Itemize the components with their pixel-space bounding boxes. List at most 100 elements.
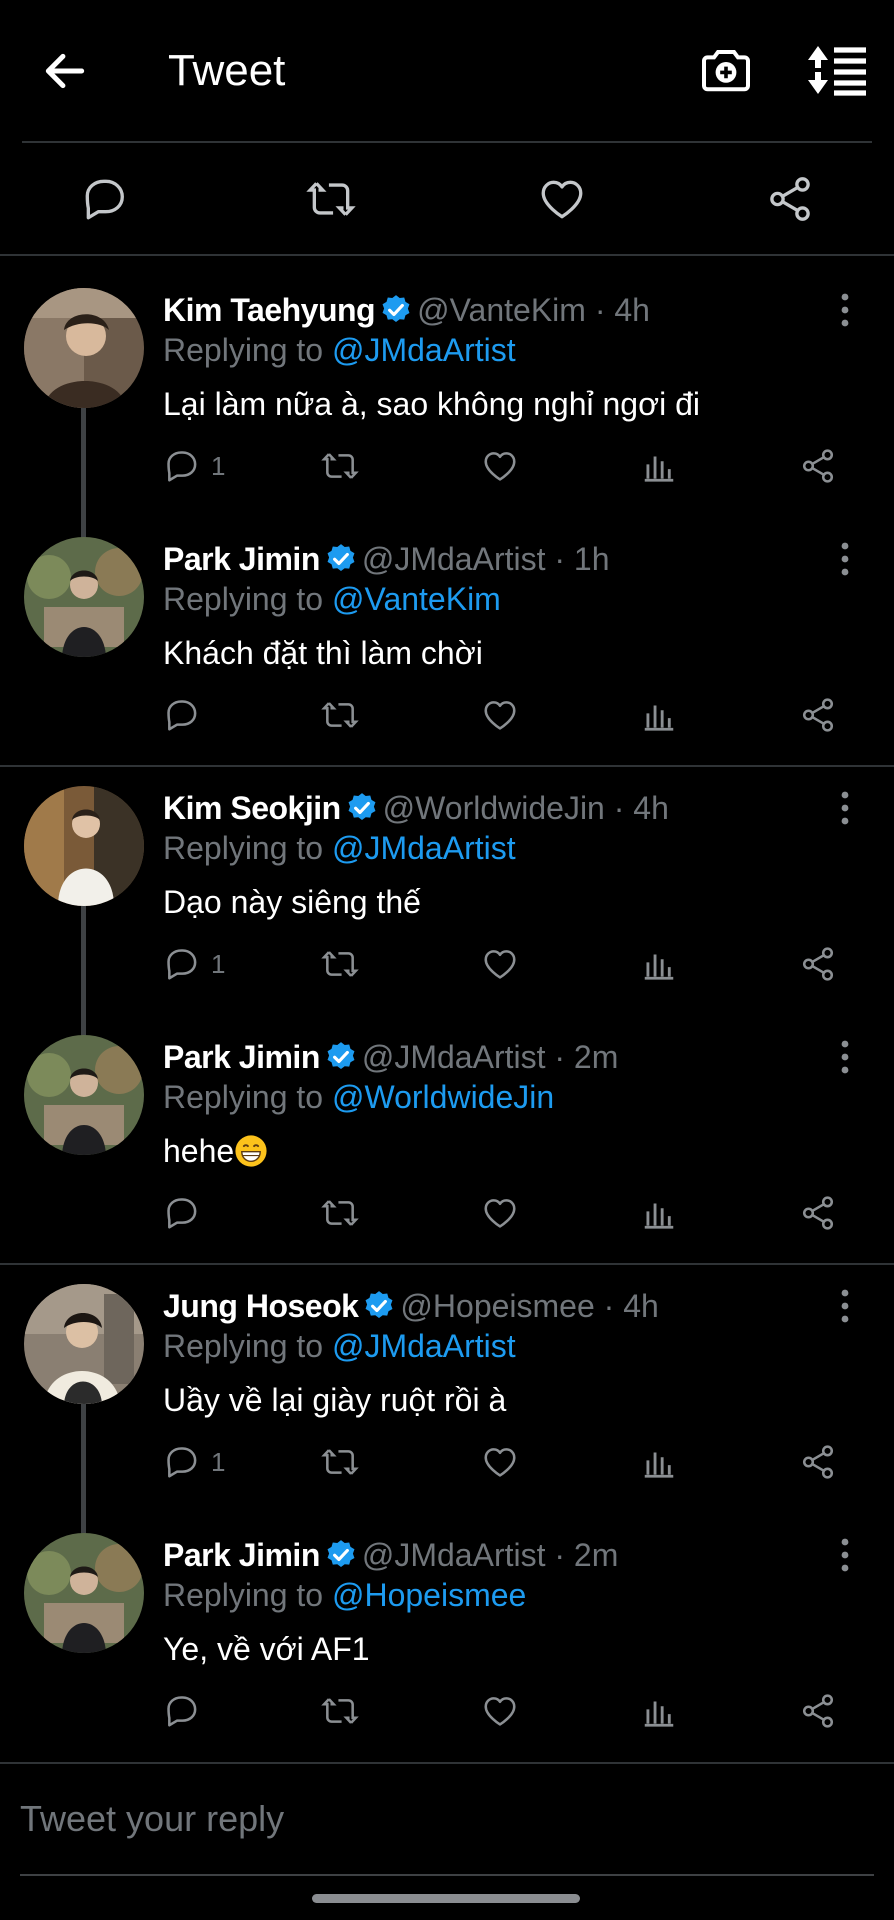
author-name[interactable]: Kim Seokjin bbox=[163, 790, 341, 826]
author-name[interactable]: Park Jimin bbox=[163, 541, 320, 577]
like-button[interactable] bbox=[481, 1691, 519, 1731]
tweet-item[interactable]: Kim Taehyung @VanteKim · 4h Replying to @… bbox=[0, 256, 894, 504]
tweet-item[interactable]: Park Jimin @JMdaArtist · 2m Replying to @… bbox=[0, 1003, 894, 1251]
stats-button[interactable] bbox=[640, 1442, 678, 1482]
tweet-item[interactable]: Park Jimin @JMdaArtist · 1h Replying to @… bbox=[0, 505, 894, 753]
share-icon bbox=[799, 1194, 837, 1232]
author-handle[interactable]: @JMdaArtist bbox=[362, 1039, 546, 1075]
main-tweet-actions bbox=[0, 144, 894, 254]
author-handle[interactable]: @JMdaArtist bbox=[362, 1537, 546, 1573]
like-button[interactable] bbox=[481, 695, 519, 735]
like-button[interactable] bbox=[481, 944, 519, 984]
retweet-icon[interactable] bbox=[306, 174, 356, 224]
grinning-face-emoji-icon bbox=[235, 1135, 267, 1167]
timestamp: · 4h bbox=[613, 790, 669, 826]
stats-button[interactable] bbox=[640, 1691, 678, 1731]
stats-icon bbox=[640, 447, 678, 485]
more-options-icon[interactable] bbox=[832, 1537, 858, 1573]
more-options-icon[interactable] bbox=[832, 541, 858, 577]
replying-to-label: Replying to bbox=[163, 830, 324, 866]
verified-badge-icon bbox=[324, 1538, 358, 1572]
share-button[interactable] bbox=[799, 446, 837, 486]
retweet-button[interactable] bbox=[321, 1442, 359, 1482]
avatar[interactable] bbox=[24, 1284, 144, 1404]
author-name[interactable]: Kim Taehyung bbox=[163, 292, 376, 328]
timestamp: · 4h bbox=[603, 1288, 659, 1324]
reply-button[interactable] bbox=[163, 1691, 211, 1731]
mention-link[interactable]: @Hopeismee bbox=[332, 1577, 526, 1613]
stats-icon bbox=[640, 1443, 678, 1481]
avatar[interactable] bbox=[24, 1035, 144, 1155]
mention-link[interactable]: @JMdaArtist bbox=[332, 1328, 516, 1364]
reply-count: 1 bbox=[211, 450, 226, 481]
stats-button[interactable] bbox=[640, 695, 678, 735]
reply-icon[interactable] bbox=[80, 174, 130, 224]
tweet-item[interactable]: Park Jimin @JMdaArtist · 2m Replying to @… bbox=[0, 1501, 894, 1749]
replying-to-label: Replying to bbox=[163, 1328, 324, 1364]
author-name[interactable]: Park Jimin bbox=[163, 1537, 320, 1573]
author-handle[interactable]: @JMdaArtist bbox=[362, 541, 546, 577]
like-icon bbox=[481, 1692, 519, 1730]
mention-link[interactable]: @JMdaArtist bbox=[332, 332, 516, 368]
tweet-item[interactable]: Kim Seokjin @WorldwideJin · 4h Replying t… bbox=[0, 754, 894, 1002]
retweet-icon bbox=[321, 945, 359, 983]
avatar[interactable] bbox=[24, 537, 144, 657]
tweet-actions: 1 bbox=[163, 446, 863, 488]
mention-link[interactable]: @JMdaArtist bbox=[332, 830, 516, 866]
like-icon[interactable] bbox=[537, 174, 587, 224]
tweet-item[interactable]: Jung Hoseok @Hopeismee · 4h Replying to @… bbox=[0, 1252, 894, 1500]
author-handle[interactable]: @Hopeismee bbox=[400, 1288, 594, 1324]
like-button[interactable] bbox=[481, 446, 519, 486]
tweet-text: Ye, về với AF1 bbox=[163, 1631, 370, 1667]
sort-replies-icon[interactable] bbox=[806, 44, 870, 96]
more-options-icon[interactable] bbox=[832, 1288, 858, 1324]
camera-add-icon[interactable] bbox=[698, 42, 754, 98]
stats-button[interactable] bbox=[640, 944, 678, 984]
more-options-icon[interactable] bbox=[832, 1039, 858, 1075]
author-name[interactable]: Jung Hoseok bbox=[163, 1288, 359, 1324]
mention-link[interactable]: @WorldwideJin bbox=[332, 1079, 554, 1115]
stats-icon bbox=[640, 1692, 678, 1730]
retweet-button[interactable] bbox=[321, 446, 359, 486]
avatar[interactable] bbox=[24, 1533, 144, 1653]
like-button[interactable] bbox=[481, 1193, 519, 1233]
avatar[interactable] bbox=[24, 786, 144, 906]
like-button[interactable] bbox=[481, 1442, 519, 1482]
reply-count: 1 bbox=[211, 1446, 226, 1477]
reply-button[interactable]: 1 bbox=[163, 1442, 225, 1482]
reply-button[interactable] bbox=[163, 695, 211, 735]
share-button[interactable] bbox=[799, 1193, 837, 1233]
author-handle[interactable]: @VanteKim bbox=[417, 292, 586, 328]
avatar[interactable] bbox=[24, 288, 144, 408]
share-button[interactable] bbox=[799, 1442, 837, 1482]
tweet-actions: 1 bbox=[163, 1442, 863, 1484]
back-arrow-icon[interactable] bbox=[40, 46, 90, 96]
retweet-button[interactable] bbox=[321, 944, 359, 984]
mention-link[interactable]: @VanteKim bbox=[332, 581, 501, 617]
author-name[interactable]: Park Jimin bbox=[163, 1039, 320, 1075]
retweet-button[interactable] bbox=[321, 1691, 359, 1731]
reply-button[interactable] bbox=[163, 1193, 211, 1233]
stats-button[interactable] bbox=[640, 1193, 678, 1233]
reply-input[interactable]: Tweet your reply bbox=[20, 1798, 284, 1840]
reply-icon bbox=[163, 1692, 201, 1730]
reply-icon bbox=[163, 696, 201, 734]
stats-icon bbox=[640, 1194, 678, 1232]
reply-button[interactable]: 1 bbox=[163, 446, 225, 486]
share-icon bbox=[799, 945, 837, 983]
timestamp: · 1h bbox=[554, 541, 610, 577]
reply-button[interactable]: 1 bbox=[163, 944, 225, 984]
share-button[interactable] bbox=[799, 1691, 837, 1731]
home-indicator[interactable] bbox=[312, 1894, 580, 1903]
share-icon[interactable] bbox=[765, 174, 815, 224]
retweet-button[interactable] bbox=[321, 695, 359, 735]
more-options-icon[interactable] bbox=[832, 292, 858, 328]
retweet-button[interactable] bbox=[321, 1193, 359, 1233]
share-button[interactable] bbox=[799, 695, 837, 735]
stats-button[interactable] bbox=[640, 446, 678, 486]
replying-to-label: Replying to bbox=[163, 581, 324, 617]
more-options-icon[interactable] bbox=[832, 790, 858, 826]
author-handle[interactable]: @WorldwideJin bbox=[383, 790, 605, 826]
divider bbox=[22, 141, 872, 143]
share-button[interactable] bbox=[799, 944, 837, 984]
